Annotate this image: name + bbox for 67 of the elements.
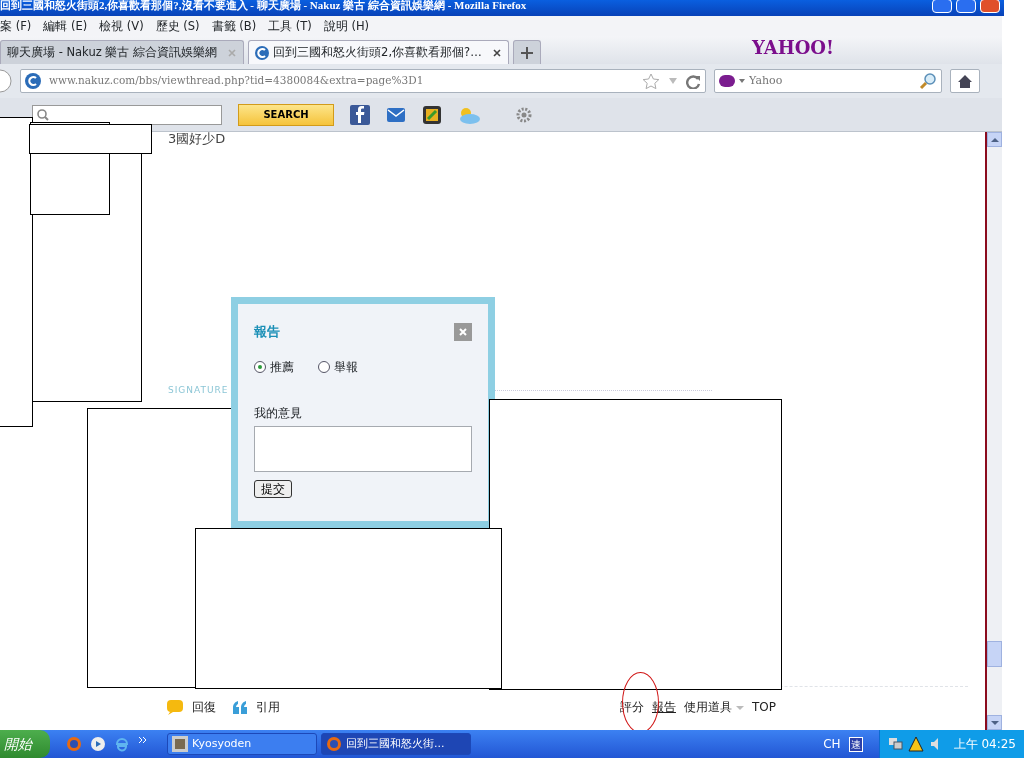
menu-item[interactable]: 案 (F) <box>0 16 38 36</box>
speech-bubble-icon <box>166 699 184 715</box>
menu-item[interactable]: 檢視 (V) <box>93 16 150 36</box>
action-link[interactable]: TOP <box>752 698 776 716</box>
facebook-icon[interactable] <box>350 104 370 125</box>
yahoo-logo: YAHOO! <box>752 36 834 60</box>
settings-icon[interactable] <box>516 106 532 123</box>
action-link[interactable]: 回復 <box>192 698 216 716</box>
menu-item[interactable]: 編輯 (E) <box>37 16 94 36</box>
scroll-up-button[interactable] <box>987 132 1002 147</box>
comment-field[interactable] <box>254 425 472 472</box>
home-button[interactable] <box>950 69 980 93</box>
notes-icon[interactable] <box>422 104 442 125</box>
media-player-icon[interactable] <box>90 736 106 752</box>
close-icon <box>458 327 468 338</box>
menu-item[interactable]: 歷史 (S) <box>149 16 206 36</box>
caret-icon <box>736 705 744 710</box>
search-field[interactable] <box>32 104 222 125</box>
scroll-thumb[interactable] <box>987 641 1002 667</box>
minimize-button[interactable] <box>932 0 952 13</box>
menu-item[interactable]: 工具 (T) <box>262 16 318 36</box>
chevron-icon[interactable] <box>138 736 147 744</box>
url-text: www.nakuz.com/bbs/viewthread.php?tid=4380084&extra=page%3D1 <box>49 73 425 89</box>
action-link[interactable]: 使用道具 <box>684 698 744 716</box>
dialog-title: 報告 <box>254 323 280 341</box>
warning-icon[interactable] <box>907 736 924 752</box>
action-link[interactable]: 引用 <box>256 698 280 716</box>
ime-indicator[interactable]: 速 <box>848 736 863 752</box>
close-icon[interactable] <box>491 47 502 58</box>
search-button[interactable]: SEARCH <box>238 103 334 126</box>
submit-button[interactable]: 提交 <box>254 479 292 498</box>
back-button[interactable] <box>0 69 12 93</box>
tab-title: 回到三國和怒火街頭2,你喜歡看那個?… <box>273 43 482 61</box>
search-field[interactable]: Yahoo <box>714 69 942 93</box>
reload-icon[interactable] <box>686 73 701 89</box>
scroll-down-button[interactable] <box>987 715 1002 730</box>
browser-tab[interactable]: 聊天廣場 - Nakuz 樂古 綜合資訊娛樂網 <box>0 40 245 64</box>
taskbar-button[interactable]: Kyosyoden <box>167 733 317 755</box>
language-indicator[interactable]: CH <box>823 735 841 753</box>
window-title: 回到三國和怒火街頭2,你喜歡看那個?,沒看不要進入 - 聊天廣場 - Nakuz 樂古 綜合資訊娛樂網 - Mozilla Firefox <box>0 0 527 13</box>
maximize-button[interactable] <box>956 0 976 13</box>
field-label: 我的意見 <box>254 404 303 422</box>
browser-tab[interactable]: 回到三國和怒火街頭2,你喜歡看那個?… <box>248 40 509 64</box>
network-icon[interactable] <box>887 736 904 752</box>
radio-option[interactable]: 舉報 <box>318 357 358 376</box>
site-icon <box>25 73 41 89</box>
radio-option[interactable]: 推薦 <box>254 357 294 376</box>
signature-label: SIGNATURE <box>168 384 229 397</box>
taskbar-button[interactable]: 回到三國和怒火街... <box>321 733 471 755</box>
new-tab-icon[interactable] <box>519 45 534 60</box>
search-icon[interactable] <box>919 72 937 90</box>
quote-icon <box>232 699 248 715</box>
search-icon <box>37 108 49 121</box>
address-bar[interactable]: www.nakuz.com/bbs/viewthread.php?tid=4380084&extra=page%3D1 <box>20 69 706 93</box>
menu-item[interactable]: 說明 (H) <box>317 16 376 36</box>
dropdown-icon[interactable] <box>739 79 745 83</box>
start-button[interactable]: 開始 <box>0 730 50 758</box>
home-icon <box>957 73 973 89</box>
star-icon[interactable] <box>642 72 660 90</box>
clock: 上午 04:25 <box>953 736 1016 753</box>
close-button[interactable] <box>980 0 1000 13</box>
menu-item[interactable]: 書籤 (B) <box>205 16 263 36</box>
tab-title: 聊天廣場 - Nakuz 樂古 綜合資訊娛樂網 <box>7 43 218 61</box>
app-icon <box>172 736 188 752</box>
post-text: 3國好少D <box>168 130 226 148</box>
site-icon <box>255 45 270 60</box>
close-button[interactable] <box>454 322 472 341</box>
